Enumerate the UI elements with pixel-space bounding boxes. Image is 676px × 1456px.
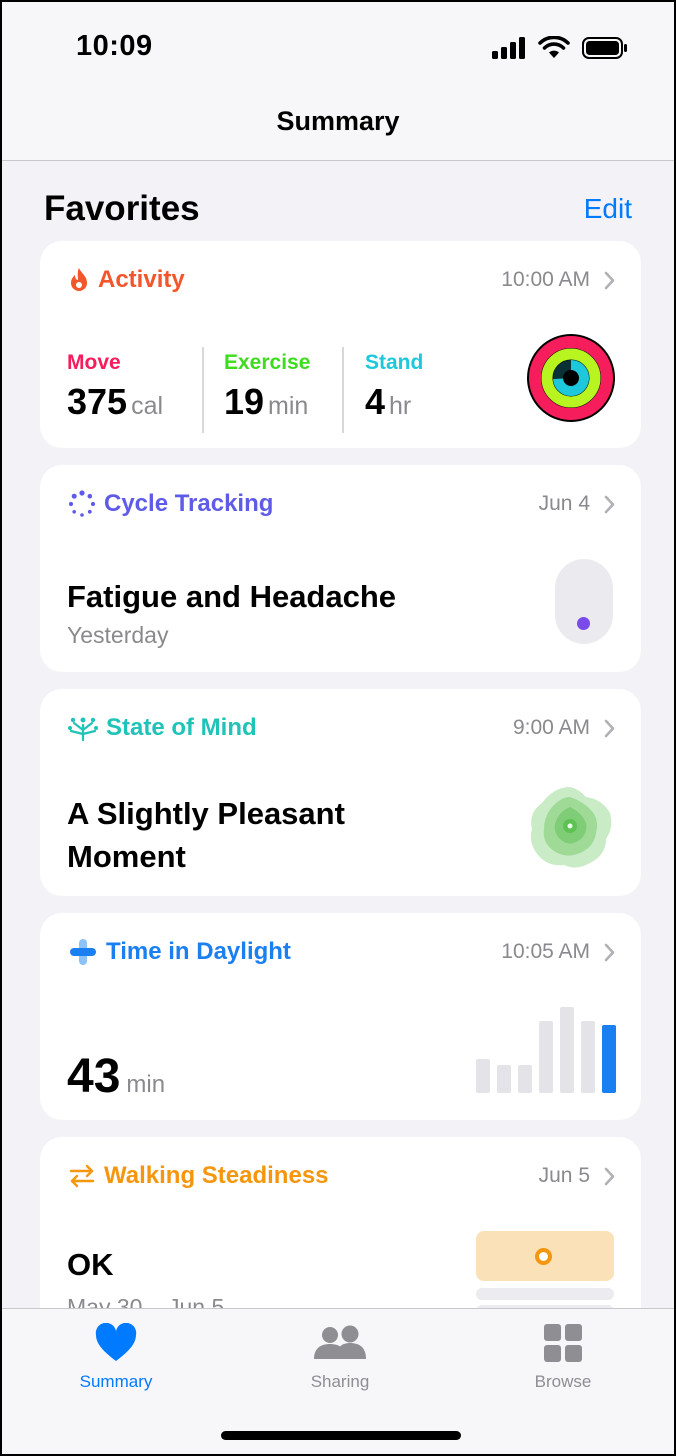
divider: [342, 347, 344, 433]
tab-label: Sharing: [310, 1372, 370, 1391]
daylight-bar: [518, 1065, 532, 1093]
steadiness-band-low: [476, 1288, 614, 1300]
tab-bar: Summary Sharing Browse: [2, 1308, 674, 1454]
card-timestamp: 10:05 AM: [501, 940, 590, 963]
card-header: State of Mind 9:00 AM: [68, 713, 615, 743]
cycle-dots-icon: [68, 490, 96, 517]
daylight-unit: min: [126, 1071, 166, 1098]
activity-card[interactable]: Activity 10:00 AM Move 375 cal Exercise 1…: [40, 241, 641, 448]
stand-value: 4: [365, 381, 386, 422]
status-icons: [492, 36, 628, 60]
state-of-mind-card[interactable]: State of Mind 9:00 AM A Slightly Pleasan…: [40, 689, 641, 896]
daylight-bar: [539, 1021, 553, 1093]
daylight-bar: [560, 1007, 574, 1093]
card-timestamp: Jun 4: [538, 492, 590, 515]
steadiness-marker: [535, 1248, 552, 1265]
battery-icon: [582, 37, 627, 59]
edit-button[interactable]: Edit: [584, 193, 632, 225]
section-title: Favorites: [44, 189, 200, 228]
home-indicator: [221, 1431, 461, 1440]
chevron-right-icon: [604, 1167, 615, 1185]
mood-flower-icon: [530, 787, 612, 868]
daylight-mini-chart: [476, 999, 616, 1093]
card-title: State of Mind: [106, 714, 257, 741]
stand-unit: hr: [389, 392, 412, 420]
card-title: Walking Steadiness: [104, 1162, 329, 1189]
cycle-tracking-card[interactable]: Cycle Tracking Jun 4 Fatigue and Headach…: [40, 465, 641, 672]
mood-line: A Slightly Pleasant: [67, 796, 345, 831]
move-stat: Move 375 cal: [67, 351, 163, 423]
card-header: Activity 10:00 AM: [68, 265, 615, 295]
tab-browse[interactable]: Browse: [493, 1323, 633, 1392]
card-title: Time in Daylight: [106, 938, 291, 965]
exercise-unit: min: [268, 392, 309, 420]
page-title: Summary: [276, 106, 400, 136]
steadiness-headline: OK: [67, 1247, 114, 1282]
wifi-icon: [538, 36, 570, 58]
tab-label: Browse: [534, 1372, 592, 1391]
flame-icon: [71, 268, 87, 291]
mood-line: Moment: [67, 839, 186, 874]
walking-steadiness-card[interactable]: Walking Steadiness Jun 5 OK May 30 – Jun…: [40, 1137, 641, 1337]
favorites-header: Favorites Edit: [44, 186, 632, 232]
exercise-label: Exercise: [224, 351, 311, 374]
daylight-plus-icon: [70, 939, 96, 965]
exercise-value: 19: [224, 381, 265, 422]
daylight-bar: [602, 1025, 616, 1093]
stand-label: Stand: [365, 351, 424, 374]
chevron-right-icon: [604, 271, 615, 289]
chevron-right-icon: [604, 943, 615, 961]
symptom-headline: Fatigue and Headache: [67, 579, 397, 614]
move-unit: cal: [131, 392, 164, 420]
mind-burst-icon: [68, 717, 98, 742]
daylight-bar: [581, 1021, 595, 1093]
activity-rings-icon: [527, 334, 615, 422]
exercise-stat: Exercise 19 min: [224, 351, 310, 423]
grid-icon: [544, 1324, 582, 1362]
daylight-bar: [497, 1065, 511, 1093]
tab-sharing[interactable]: Sharing: [270, 1323, 410, 1392]
people-icon: [314, 1325, 366, 1359]
mood-headline: A Slightly Pleasant Moment: [67, 792, 345, 878]
cycle-dot: [577, 617, 590, 630]
daylight-bar: [476, 1059, 490, 1093]
card-timestamp: 10:00 AM: [501, 268, 590, 291]
card-timestamp: Jun 5: [538, 1164, 590, 1187]
divider: [202, 347, 204, 433]
daylight-summary: 43 min: [67, 1049, 165, 1104]
chevron-right-icon: [604, 719, 615, 737]
card-title: Activity: [98, 266, 185, 293]
card-header: Cycle Tracking Jun 4: [68, 489, 615, 519]
health-app-screen: 10:09 Summary Favorites Edit Activity 10…: [0, 0, 676, 1456]
steadiness-band-ok: [476, 1231, 614, 1281]
chevron-right-icon: [604, 495, 615, 513]
top-bar: 10:09 Summary: [2, 2, 674, 161]
stand-stat: Stand 4 hr: [365, 351, 423, 423]
time-in-daylight-card[interactable]: Time in Daylight 10:05 AM 43 min: [40, 913, 641, 1120]
card-header: Time in Daylight 10:05 AM: [68, 937, 615, 967]
card-timestamp: 9:00 AM: [512, 716, 590, 739]
symptom-date: Yesterday: [67, 622, 169, 648]
steadiness-arrows-icon: [69, 1164, 95, 1188]
cycle-indicator: [555, 559, 613, 644]
card-header: Walking Steadiness Jun 5: [68, 1161, 615, 1191]
heart-icon: [95, 1322, 137, 1361]
status-time: 10:09: [76, 30, 153, 62]
move-value: 375: [67, 381, 128, 422]
tab-label: Summary: [79, 1372, 153, 1391]
move-label: Move: [67, 351, 121, 374]
card-title: Cycle Tracking: [104, 490, 274, 517]
tab-summary[interactable]: Summary: [46, 1322, 186, 1392]
daylight-value: 43: [67, 1050, 121, 1103]
cellular-signal-icon: [492, 37, 525, 59]
